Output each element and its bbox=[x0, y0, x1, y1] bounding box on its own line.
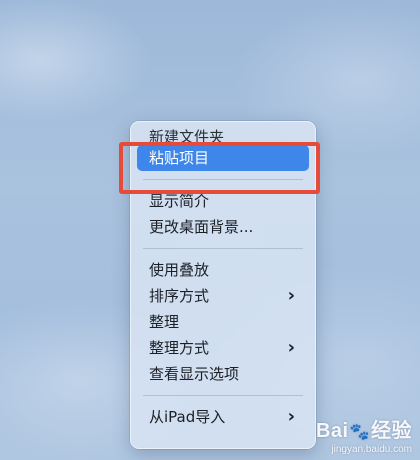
context-menu: 新建文件夹 粘贴项目 显示简介 更改桌面背景... 使用叠放 排序方式 › 整理… bbox=[130, 121, 316, 449]
menu-item-change-desktop-background[interactable]: 更改桌面背景... bbox=[137, 214, 309, 240]
chevron-right-icon: › bbox=[287, 285, 295, 306]
menu-separator bbox=[143, 395, 303, 396]
menu-item-clean-up-by[interactable]: 整理方式 › bbox=[137, 335, 309, 361]
menu-item-clean-up[interactable]: 整理 bbox=[137, 309, 309, 335]
menu-separator bbox=[143, 248, 303, 249]
desktop-background[interactable]: 新建文件夹 粘贴项目 显示简介 更改桌面背景... 使用叠放 排序方式 › 整理… bbox=[0, 0, 420, 460]
paw-icon: 🐾 bbox=[349, 424, 370, 441]
menu-item-label: 整理方式 bbox=[149, 339, 210, 357]
watermark-url: jingyan.baidu.com bbox=[331, 444, 412, 455]
menu-item-label: 查看显示选项 bbox=[149, 365, 240, 383]
menu-separator bbox=[143, 179, 303, 180]
menu-item-label: 使用叠放 bbox=[149, 261, 210, 279]
watermark-logo: Bai🐾经验 bbox=[315, 420, 412, 442]
chevron-right-icon: › bbox=[287, 406, 295, 427]
menu-item-show-view-options[interactable]: 查看显示选项 bbox=[137, 361, 309, 387]
menu-item-paste-items[interactable]: 粘贴项目 bbox=[137, 145, 309, 171]
menu-item-label: 粘贴项目 bbox=[149, 149, 210, 167]
menu-item-label: 整理 bbox=[149, 313, 180, 331]
menu-item-label: 排序方式 bbox=[149, 287, 210, 305]
menu-item-label: 从iPad导入 bbox=[149, 408, 226, 426]
menu-item-label: 更改桌面背景... bbox=[149, 218, 254, 236]
chevron-right-icon: › bbox=[287, 337, 295, 358]
menu-item-label: 显示简介 bbox=[149, 192, 210, 210]
menu-item-sort-by[interactable]: 排序方式 › bbox=[137, 283, 309, 309]
menu-item-import-from-ipad[interactable]: 从iPad导入 › bbox=[137, 404, 309, 430]
menu-item-get-info[interactable]: 显示简介 bbox=[137, 188, 309, 214]
watermark: Bai🐾经验 jingyan.baidu.com bbox=[316, 420, 412, 456]
menu-item-use-stacks[interactable]: 使用叠放 bbox=[137, 257, 309, 283]
menu-item-new-folder[interactable]: 新建文件夹 bbox=[137, 127, 309, 145]
menu-item-label: 新建文件夹 bbox=[149, 128, 225, 145]
